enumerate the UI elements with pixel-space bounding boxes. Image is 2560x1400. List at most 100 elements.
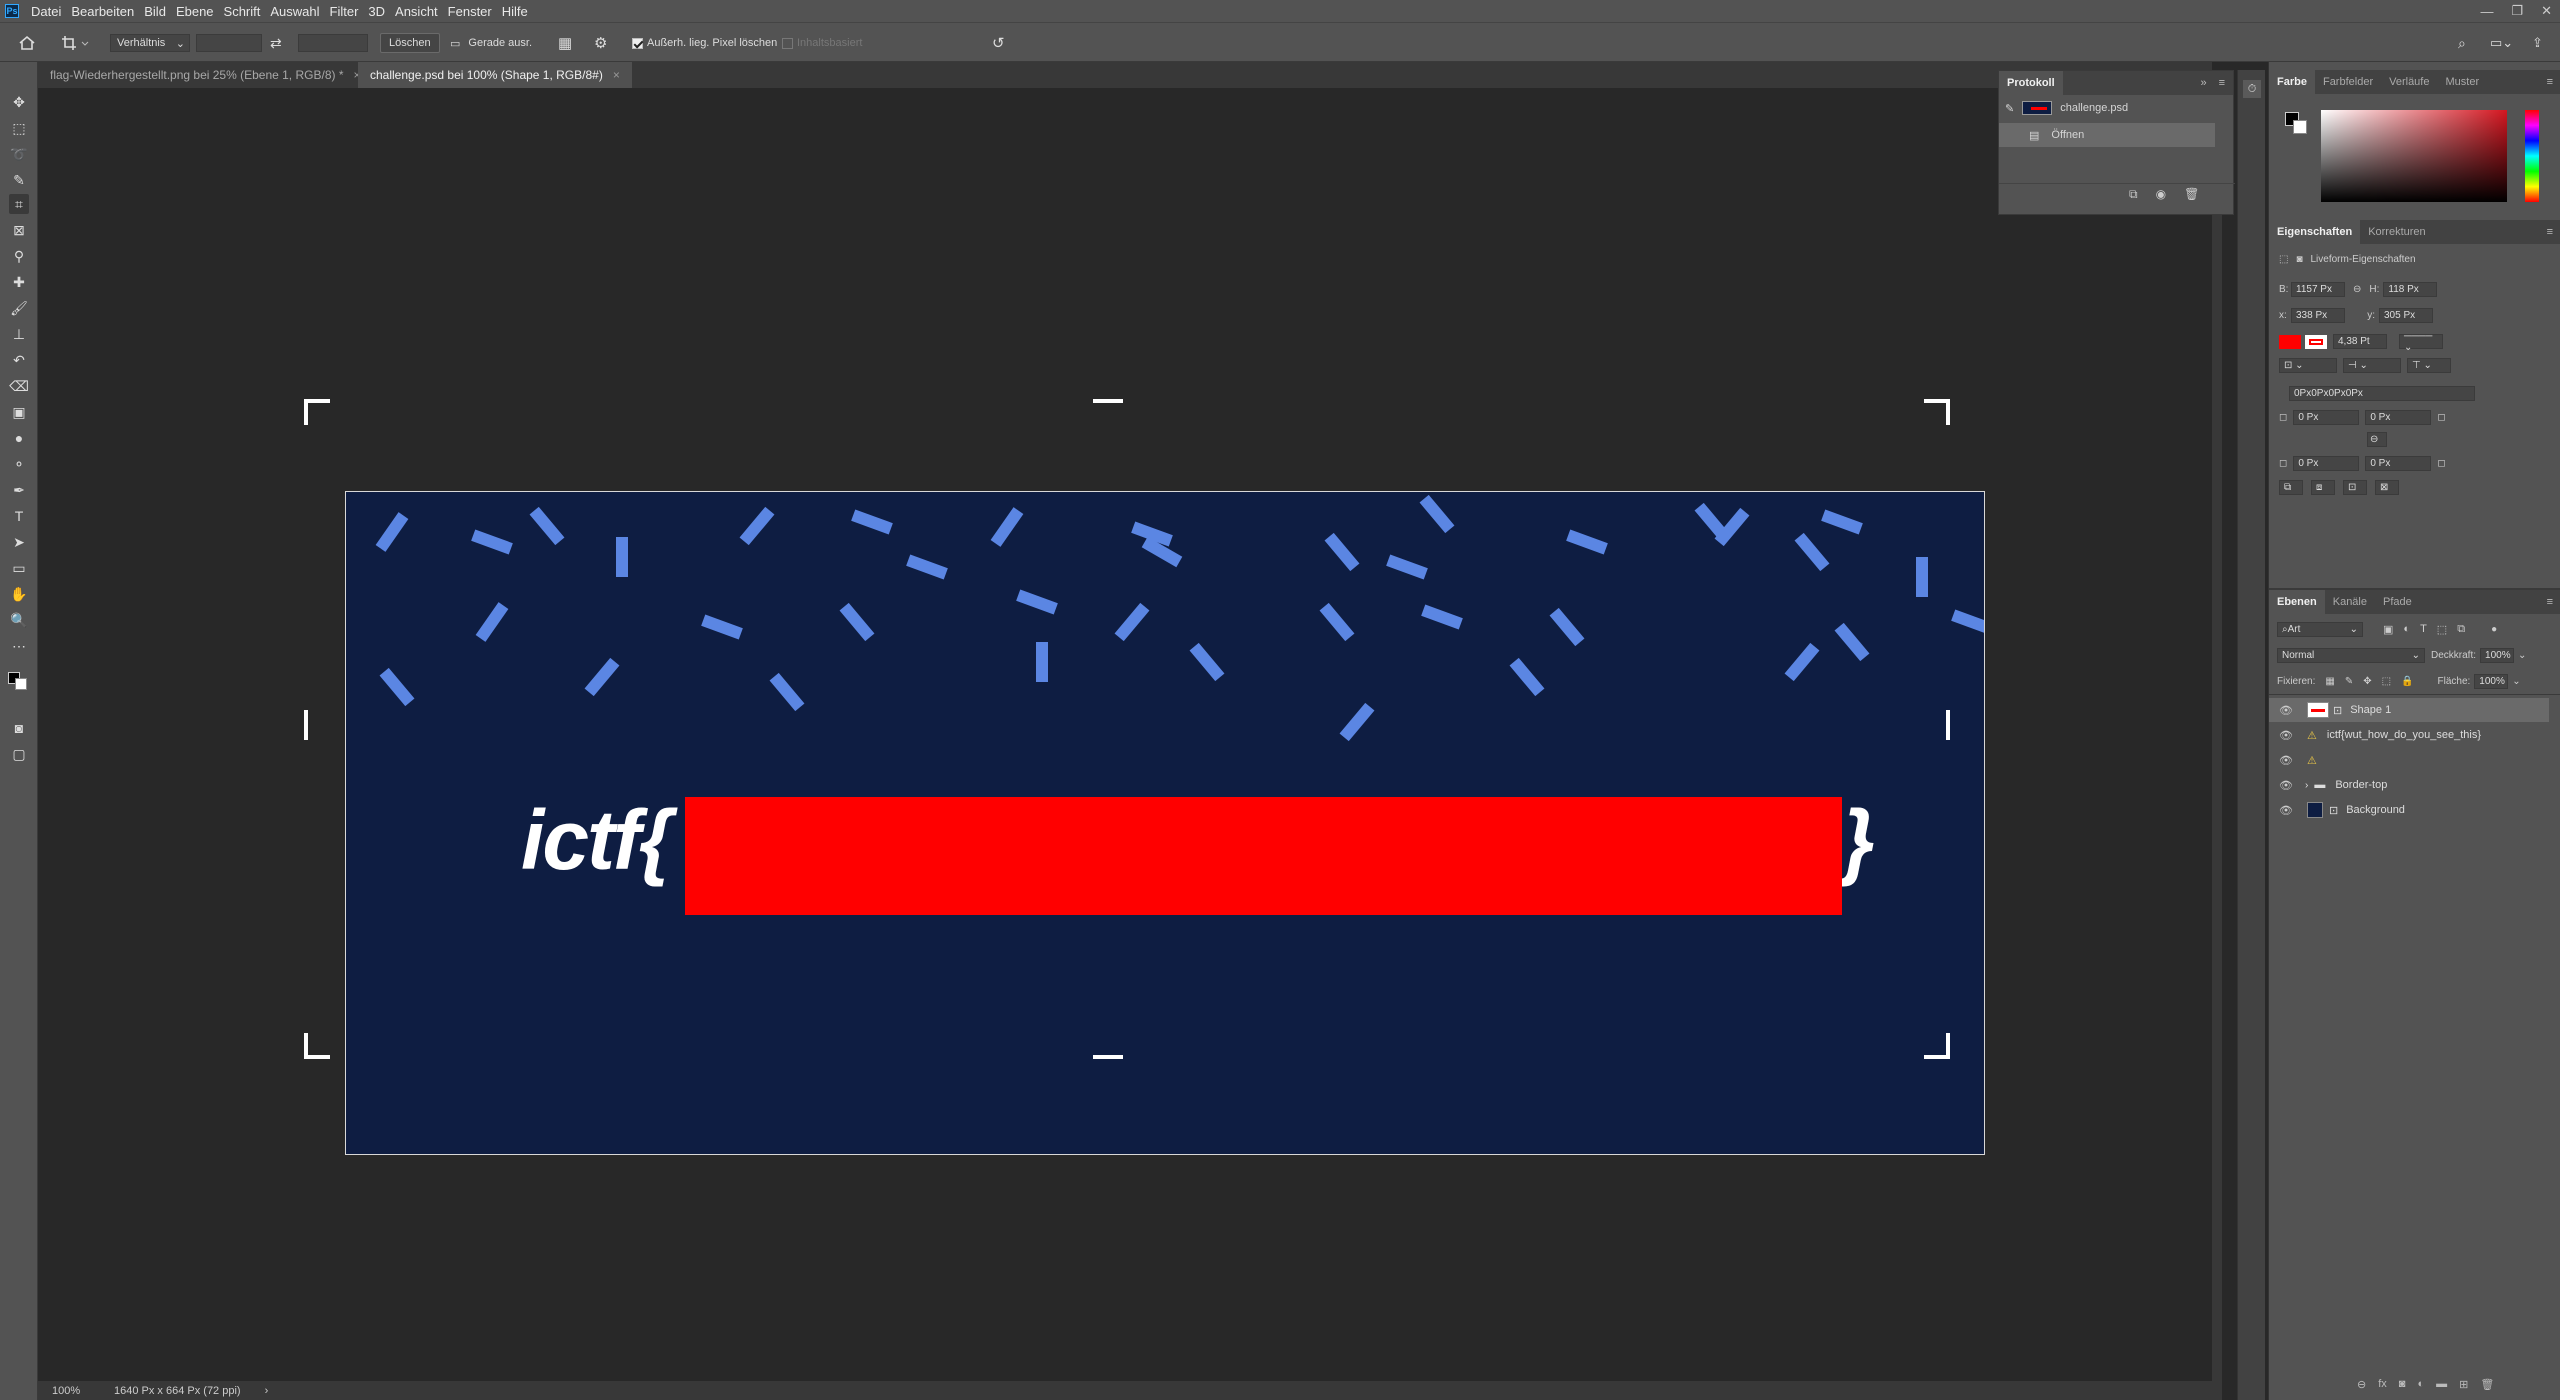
workspace-icon[interactable]: ▭⌄ xyxy=(2490,33,2513,53)
path-intersect-icon[interactable]: ⊡ xyxy=(2343,480,2367,495)
brush-tool-icon[interactable]: 🖌 xyxy=(9,298,29,318)
crop-handle-left[interactable] xyxy=(304,710,308,740)
panel-menu-icon[interactable]: ≡ xyxy=(2219,77,2225,89)
lasso-tool-icon[interactable]: ➰ xyxy=(9,144,29,164)
pen-tool-icon[interactable]: ✒ xyxy=(9,480,29,500)
menu-ebene[interactable]: Ebene xyxy=(171,4,219,19)
zoom-level[interactable]: 100% xyxy=(52,1385,102,1397)
stroke-align-select[interactable]: ⊡ ⌄ xyxy=(2279,358,2337,373)
color-swatches[interactable] xyxy=(8,664,30,690)
menu-auswahl[interactable]: Auswahl xyxy=(265,4,324,19)
panel-menu-icon[interactable]: ≡ xyxy=(2547,226,2553,238)
share-icon[interactable]: ⇪ xyxy=(2532,33,2543,53)
lock-artboard-icon[interactable]: ⬚ xyxy=(2382,676,2391,687)
lock-position-icon[interactable]: ✥ xyxy=(2363,676,2371,687)
tab-muster[interactable]: Muster xyxy=(2437,70,2487,94)
tab-history[interactable]: Protokoll xyxy=(1999,71,2063,95)
screen-mode-icon[interactable]: ▢ xyxy=(9,744,29,764)
opacity-input[interactable]: 100% xyxy=(2480,648,2515,663)
ratio-select[interactable]: Verhältnis ⌄ xyxy=(110,34,190,52)
filter-smart-object-icon[interactable]: ⧉ xyxy=(2457,623,2465,636)
gear-icon[interactable]: ⚙ xyxy=(594,33,607,53)
blur-tool-icon[interactable]: ● xyxy=(9,428,29,448)
fill-color-swatch[interactable] xyxy=(2279,334,2301,349)
tab-eigenschaften[interactable]: Eigenschaften xyxy=(2269,220,2361,244)
document-canvas[interactable]: ictf{ } xyxy=(345,491,1985,1155)
stroke-corners-select[interactable]: ⊤ ⌄ xyxy=(2407,358,2451,373)
filter-toggle-icon[interactable]: ● xyxy=(2491,624,2497,635)
minimize-icon[interactable]: — xyxy=(2480,4,2493,19)
crop-handle-tr-h[interactable] xyxy=(1924,399,1950,403)
shape-height-input[interactable]: 118 Px xyxy=(2383,282,2438,297)
menu-fenster[interactable]: Fenster xyxy=(443,4,497,19)
stroke-width-input[interactable]: 4,38 Pt xyxy=(2333,334,2387,349)
tab-farbe[interactable]: Farbe xyxy=(2269,70,2315,94)
filter-shape-icon[interactable]: ⬚ xyxy=(2437,623,2447,636)
close-icon[interactable]: ✕ xyxy=(2541,3,2552,19)
lock-all-icon[interactable]: 🔒 xyxy=(2401,676,2413,687)
shape-x-input[interactable]: 338 Px xyxy=(2291,308,2345,323)
swap-icon[interactable]: ⇄ xyxy=(270,33,282,53)
hue-slider[interactable] xyxy=(2525,110,2539,202)
eye-icon[interactable]: 👁 xyxy=(2279,754,2293,767)
trash-icon[interactable]: 🗑 xyxy=(2480,1378,2494,1391)
home-icon[interactable] xyxy=(18,33,36,53)
crop-handle-bl-h[interactable] xyxy=(304,1055,330,1059)
tab-ebenen[interactable]: Ebenen xyxy=(2269,590,2325,614)
hand-tool-icon[interactable]: ✋ xyxy=(9,584,29,604)
lock-transparency-icon[interactable]: ▦ xyxy=(2325,676,2334,687)
stroke-type-select[interactable]: ──── ⌄ xyxy=(2399,331,2443,353)
marquee-tool-icon[interactable]: ⬚ xyxy=(9,118,29,138)
color-picker-field[interactable] xyxy=(2321,110,2507,202)
layer-row-shape-1[interactable]: 👁 ⊡ Shape 1 xyxy=(2269,698,2549,722)
radius-bl-input[interactable]: 0 Px xyxy=(2293,456,2360,471)
healing-tool-icon[interactable]: ✚ xyxy=(9,272,29,292)
search-icon[interactable]: ⌕ xyxy=(2458,33,2466,53)
crop-handle-br-h[interactable] xyxy=(1924,1055,1950,1059)
link-layers-icon[interactable]: ⊖ xyxy=(2357,1378,2366,1391)
radius-tr-input[interactable]: 0 Px xyxy=(2365,410,2432,425)
crop-tool-icon[interactable]: ⌗ xyxy=(9,194,29,214)
radius-tl-input[interactable]: 0 Px xyxy=(2293,410,2360,425)
menu-schrift[interactable]: Schrift xyxy=(219,4,266,19)
eye-icon[interactable]: 👁 xyxy=(2279,729,2293,742)
panel-menu-icon[interactable]: ≡ xyxy=(2547,596,2553,608)
history-brush-tool-icon[interactable]: ↶ xyxy=(9,350,29,370)
adjustment-layer-icon[interactable]: ◐ xyxy=(2417,1378,2424,1391)
camera-icon[interactable]: ◉ xyxy=(2156,187,2166,202)
stamp-tool-icon[interactable]: ⊥ xyxy=(9,324,29,344)
link-icon[interactable]: ⊖ xyxy=(2353,284,2361,295)
tab-flag-png[interactable]: flag-Wiederhergestellt.png bei 25% (Eben… xyxy=(38,62,373,88)
new-layer-icon[interactable]: ⊞ xyxy=(2459,1378,2468,1391)
layer-row-flag-text[interactable]: 👁 ⚠ ictf{wut_how_do_you_see_this} xyxy=(2269,723,2549,747)
clear-button[interactable]: Löschen xyxy=(380,33,440,53)
filter-type-icon[interactable]: T xyxy=(2420,623,2427,636)
crop-handle-bottom[interactable] xyxy=(1093,1055,1123,1059)
panel-menu-icon[interactable]: ≡ xyxy=(2547,76,2553,88)
corner-radii-input[interactable]: 0Px0Px0Px0Px xyxy=(2289,386,2475,401)
content-aware-checkbox[interactable] xyxy=(782,37,793,49)
trash-icon[interactable]: 🗑 xyxy=(2184,187,2199,202)
layer-filter-select[interactable]: ⌕ Art ⌄ xyxy=(2277,622,2363,637)
menu-bild[interactable]: Bild xyxy=(139,4,171,19)
type-tool-icon[interactable]: T xyxy=(9,506,29,526)
crop-tool-icon[interactable] xyxy=(60,33,90,53)
tab-verlaeufe[interactable]: Verläufe xyxy=(2381,70,2437,94)
quick-select-tool-icon[interactable]: ✎ xyxy=(9,170,29,190)
path-select-tool-icon[interactable]: ➤ xyxy=(9,532,29,552)
move-tool-icon[interactable]: ✥ xyxy=(9,92,29,112)
more-tools-icon[interactable]: ⋯ xyxy=(9,636,29,656)
shape-width-input[interactable]: 1157 Px xyxy=(2291,282,2345,297)
straighten-label[interactable]: Gerade ausr. xyxy=(468,37,532,49)
stroke-color-swatch[interactable] xyxy=(2305,334,2327,349)
tab-korrekturen[interactable]: Korrekturen xyxy=(2360,220,2433,244)
filter-adjustment-icon[interactable]: ◐ xyxy=(2403,623,2410,636)
rectangle-tool-icon[interactable]: ▭ xyxy=(9,558,29,578)
crop-handle-right[interactable] xyxy=(1946,710,1950,740)
close-tab-icon[interactable]: × xyxy=(613,68,620,82)
path-combine-icon[interactable]: ⧉ xyxy=(2279,480,2303,495)
width-input[interactable] xyxy=(196,34,262,52)
fx-icon[interactable]: fx xyxy=(2378,1378,2387,1391)
path-exclude-icon[interactable]: ⊠ xyxy=(2375,480,2399,495)
reset-icon[interactable]: ↺ xyxy=(992,33,1005,53)
